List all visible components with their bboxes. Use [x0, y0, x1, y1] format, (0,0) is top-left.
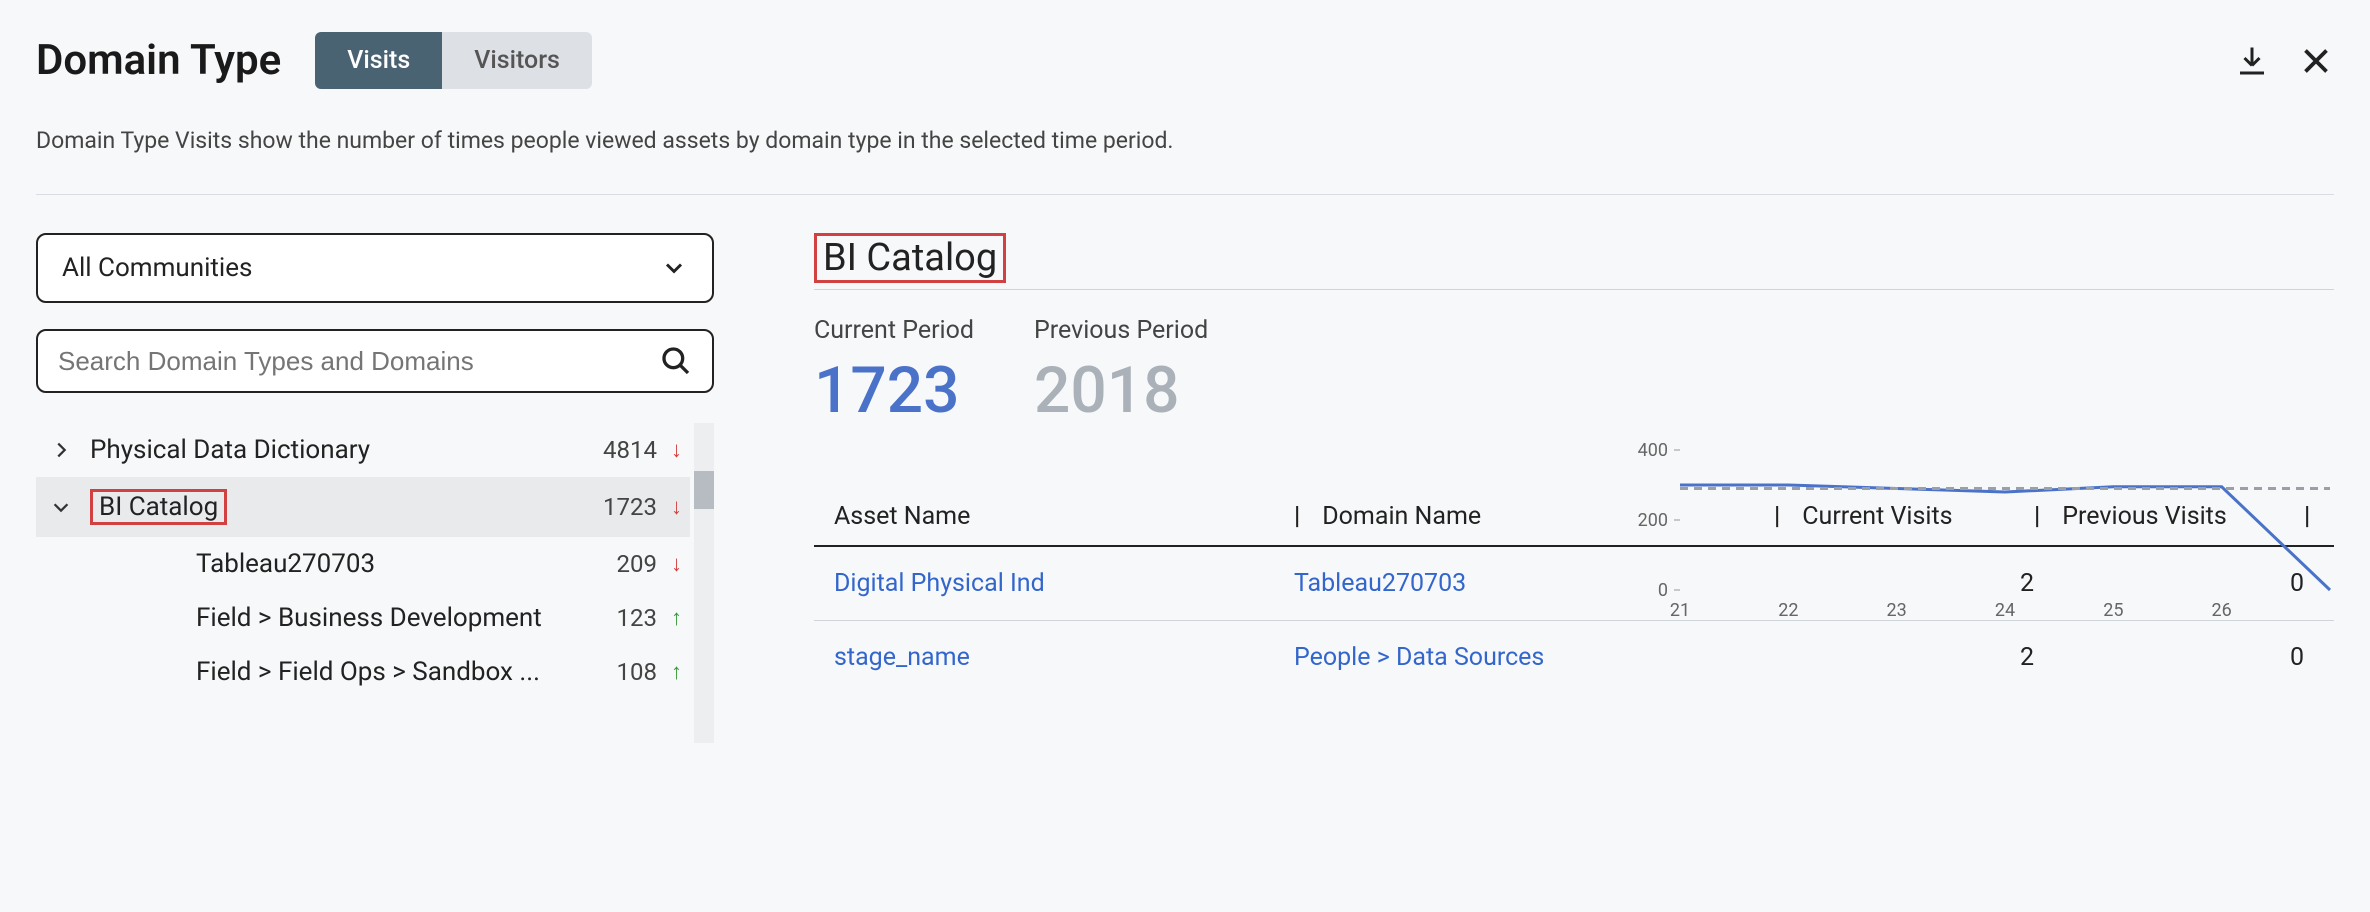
- tree-item[interactable]: BI Catalog 1723 ↓: [36, 477, 690, 537]
- search-box[interactable]: [36, 329, 714, 393]
- tree-item[interactable]: Field > Business Development 123 ↑: [36, 591, 690, 645]
- tree-item[interactable]: Physical Data Dictionary 4814 ↓: [36, 423, 690, 477]
- chevron-right-icon[interactable]: [50, 439, 90, 461]
- tab-visitors[interactable]: Visitors: [442, 32, 592, 89]
- previous-period-value: 2018: [1034, 353, 1208, 428]
- community-select[interactable]: All Communities: [36, 233, 714, 303]
- tree-item-count: 1723: [603, 493, 657, 521]
- tree-item-count: 123: [617, 604, 657, 632]
- svg-text:26: 26: [2212, 600, 2232, 620]
- cell-previous-visits: 0: [2034, 643, 2304, 672]
- tree-item-label: Physical Data Dictionary: [90, 435, 603, 465]
- domain-tree: Physical Data Dictionary 4814 ↓ BI Catal…: [36, 423, 714, 699]
- chevron-down-icon[interactable]: [50, 496, 90, 518]
- previous-period-group: Previous Period 2018: [1034, 316, 1208, 428]
- cell-domain-name[interactable]: People > Data Sources: [1294, 643, 1774, 672]
- arrow-up-icon: ↑: [671, 659, 682, 685]
- svg-text:24: 24: [1995, 600, 2015, 620]
- tree-item-label: Tableau270703: [196, 549, 617, 579]
- tree-item-label: BI Catalog: [90, 489, 603, 525]
- tree-item[interactable]: Tableau270703 209 ↓: [36, 537, 690, 591]
- tree-item-count: 209: [617, 550, 657, 578]
- detail-title: BI Catalog: [814, 233, 1006, 283]
- tree-item-count: 108: [617, 658, 657, 686]
- cell-current-visits: 2: [1774, 643, 2034, 672]
- highlight-box: BI Catalog: [90, 489, 227, 525]
- close-icon[interactable]: [2298, 43, 2334, 79]
- svg-text:200: 200: [1638, 510, 1668, 531]
- svg-text:25: 25: [2103, 600, 2123, 620]
- svg-text:21: 21: [1670, 600, 1690, 620]
- tree-item[interactable]: Field > Field Ops > Sandbox ... 108 ↑: [36, 645, 690, 699]
- description-text: Domain Type Visits show the number of ti…: [36, 127, 2334, 154]
- current-period-value: 1723: [814, 353, 974, 428]
- community-select-label: All Communities: [62, 253, 252, 283]
- arrow-up-icon: ↑: [671, 605, 682, 631]
- trend-chart: 0 200 400 21 22 23 24 25 26: [1620, 440, 2370, 620]
- chevron-down-icon: [660, 254, 688, 282]
- arrow-down-icon: ↓: [671, 494, 682, 520]
- svg-text:22: 22: [1778, 600, 1798, 620]
- search-icon: [660, 345, 692, 377]
- previous-period-label: Previous Period: [1034, 316, 1208, 345]
- tab-visits[interactable]: Visits: [315, 32, 442, 89]
- tree-item-count: 4814: [603, 436, 657, 464]
- svg-text:0: 0: [1658, 580, 1668, 601]
- divider: [36, 194, 2334, 195]
- tree-item-label: Field > Field Ops > Sandbox ...: [196, 657, 621, 687]
- arrow-down-icon: ↓: [671, 551, 682, 577]
- tree-item-label: Field > Business Development: [196, 603, 621, 633]
- tab-group: Visits Visitors: [315, 32, 592, 89]
- scrollbar-thumb[interactable]: [694, 471, 714, 509]
- cell-asset-name[interactable]: stage_name: [814, 643, 1294, 672]
- page-title: Domain Type: [36, 36, 281, 85]
- detail-divider: [814, 289, 2334, 290]
- svg-text:400: 400: [1638, 440, 1668, 461]
- table-row[interactable]: stage_name People > Data Sources 2 0: [814, 621, 2334, 694]
- arrow-down-icon: ↓: [671, 437, 682, 463]
- detail-title-wrap: BI Catalog: [814, 233, 2334, 289]
- search-input[interactable]: [58, 346, 660, 377]
- current-period-label: Current Period: [814, 316, 974, 345]
- download-icon[interactable]: [2234, 43, 2270, 79]
- svg-text:23: 23: [1887, 600, 1907, 620]
- current-period-group: Current Period 1723: [814, 316, 974, 428]
- th-asset-name[interactable]: Asset Name: [814, 502, 1294, 531]
- cell-asset-name[interactable]: Digital Physical Ind: [814, 569, 1294, 598]
